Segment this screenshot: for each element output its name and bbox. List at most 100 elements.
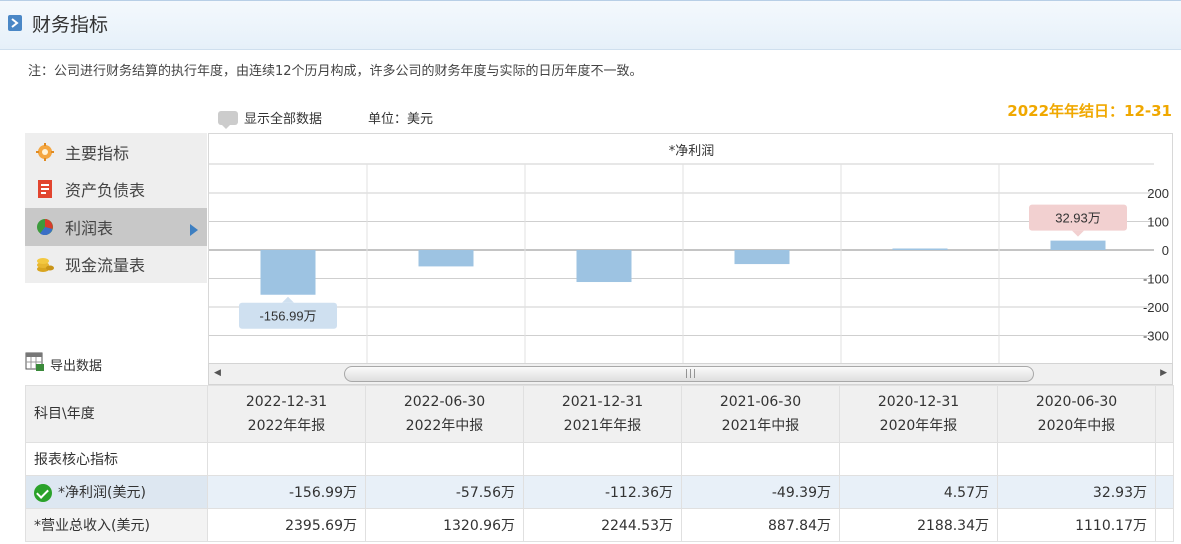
gear-flower-icon	[35, 142, 55, 162]
bar-2021-06-30	[734, 250, 790, 265]
table-row[interactable]: *营业总收入(美元) 2395.69万 1320.96万 2244.53万 887.84…	[25, 508, 1174, 542]
y-tick-label: -300	[1143, 329, 1169, 344]
year-end-label: 2022年年结日：12-31	[1007, 102, 1172, 120]
column-header: 2021-12-31 2021年年报	[523, 385, 682, 443]
empty-cell	[1155, 508, 1174, 542]
value-cell: 2188.34万	[839, 508, 998, 542]
sidebar-item-balance-sheet[interactable]: 资产负债表	[25, 171, 207, 209]
header-filler-cell	[1155, 385, 1174, 443]
bar-2020-12-31	[892, 248, 948, 250]
empty-cell	[997, 442, 1156, 476]
value-cell: -112.36万	[523, 475, 682, 509]
sidebar-item-label: 主要指标	[65, 143, 130, 163]
spreadsheet-icon	[25, 352, 45, 376]
row-label: *净利润(美元)	[58, 485, 146, 501]
empty-cell	[681, 442, 840, 476]
column-header: 2020-12-31 2020年年报	[839, 385, 998, 443]
column-period: 2020年年报	[879, 418, 958, 434]
pie-chart-icon	[35, 217, 55, 237]
fiscal-year-note: 注：公司进行财务结算的执行年度，由连续12个历月构成，许多公司的财务年度与实际的…	[28, 64, 643, 79]
y-tick-label: -200	[1143, 300, 1169, 315]
sidebar-item-label: 现金流量表	[65, 256, 146, 276]
value-cell: 4.57万	[839, 475, 998, 509]
column-header: 2021-06-30 2021年中报	[681, 385, 840, 443]
header-label-cell: 科目\年度	[25, 385, 208, 443]
column-period: 2022年中报	[405, 418, 484, 434]
value-cell: 887.84万	[681, 508, 840, 542]
sidebar-item-label: 资产负债表	[65, 181, 146, 201]
row-label-cell: *营业总收入(美元)	[25, 508, 208, 542]
scroll-left-icon[interactable]: ◀	[214, 368, 221, 378]
show-all-data-toggle[interactable]: 显示全部数据	[218, 108, 323, 129]
financial-data-table: 科目\年度 2022-12-31 2022年年报 2022-06-30 2022年中报 2…	[25, 385, 1174, 542]
column-period: 2020年中报	[1037, 418, 1116, 434]
y-tick-label: 0	[1162, 243, 1169, 258]
sidebar-item-income-statement[interactable]: 利润表	[25, 208, 207, 246]
page-title: 财务指标	[32, 14, 109, 36]
column-date: 2021-12-31	[561, 394, 644, 410]
play-arrow-icon	[189, 221, 199, 240]
data-label: 32.93万	[1055, 211, 1101, 226]
column-period: 2021年年报	[563, 418, 642, 434]
chart-plot: 200 100 0 -100 -200 -300 -156.99万 32.93万	[209, 163, 1169, 364]
coins-icon	[35, 254, 55, 274]
page-header: 财务指标	[0, 0, 1181, 50]
bar-2020-06-30	[1050, 240, 1106, 250]
column-date: 2022-12-31	[245, 394, 328, 410]
scroll-right-icon[interactable]: ▶	[1160, 368, 1167, 378]
unit-label: 单位：美元	[368, 112, 434, 127]
bar-2022-06-30	[418, 250, 474, 267]
y-tick-label: -100	[1143, 272, 1169, 287]
column-header: 2020-06-30 2020年中报	[997, 385, 1156, 443]
sidebar-item-cash-flow[interactable]: 现金流量表	[25, 246, 207, 284]
column-date: 2021-06-30	[719, 394, 802, 410]
column-header: 2022-12-31 2022年年报	[207, 385, 366, 443]
sidebar-item-label: 利润表	[65, 218, 114, 238]
row-label-cell: *净利润(美元)	[25, 475, 208, 509]
table-header-row: 科目\年度 2022-12-31 2022年年报 2022-06-30 2022年中报 2…	[25, 385, 1174, 443]
sidebar-item-main-indicators[interactable]: 主要指标	[25, 133, 207, 171]
y-tick-label: 100	[1147, 215, 1169, 230]
scrollbar-thumb[interactable]: |||	[344, 366, 1034, 382]
y-tick-label: 200	[1147, 186, 1169, 201]
callout-pointer	[1072, 230, 1084, 237]
comment-bubble-icon	[218, 110, 238, 129]
export-data-button[interactable]: 导出数据	[25, 352, 102, 376]
section-label: 报表核心指标	[25, 442, 208, 476]
document-icon	[35, 179, 55, 199]
table-row[interactable]: *净利润(美元) -156.99万 -57.56万 -112.36万 -49.39万 4.…	[25, 475, 1174, 509]
data-label: -156.99万	[259, 309, 316, 324]
net-profit-chart: *净利润 200 100 0 -100 -200 -300 -156.99万 32.93万	[208, 133, 1173, 385]
empty-cell	[365, 442, 524, 476]
bar-2021-12-31	[576, 250, 632, 283]
callout-pointer	[282, 296, 294, 303]
column-header: 2022-06-30 2022年中报	[365, 385, 524, 443]
value-cell: 1110.17万	[997, 508, 1156, 542]
column-period: 2021年中报	[721, 418, 800, 434]
empty-cell	[207, 442, 366, 476]
value-cell: 32.93万	[997, 475, 1156, 509]
value-cell: -57.56万	[365, 475, 524, 509]
check-icon	[34, 484, 52, 502]
show-all-label: 显示全部数据	[244, 112, 323, 127]
column-date: 2020-06-30	[1035, 394, 1118, 410]
expand-arrow-icon[interactable]	[8, 15, 22, 31]
value-cell: -156.99万	[207, 475, 366, 509]
sidebar: 主要指标 资产负债表 利润表 现金流量表	[25, 133, 207, 283]
section-row: 报表核心指标	[25, 442, 1174, 476]
bar-2022-12-31	[260, 250, 316, 295]
empty-cell	[523, 442, 682, 476]
empty-cell	[839, 442, 998, 476]
value-cell: 1320.96万	[365, 508, 524, 542]
value-cell: -49.39万	[681, 475, 840, 509]
empty-cell	[1155, 475, 1174, 509]
column-period: 2022年年报	[247, 418, 326, 434]
chart-horizontal-scrollbar[interactable]: ◀ ||| ▶	[208, 363, 1173, 385]
column-date: 2022-06-30	[403, 394, 486, 410]
value-cell: 2395.69万	[207, 508, 366, 542]
row-label: *营业总收入(美元)	[34, 518, 150, 534]
empty-cell	[1155, 442, 1174, 476]
value-cell: 2244.53万	[523, 508, 682, 542]
export-data-label: 导出数据	[50, 358, 103, 374]
column-date: 2020-12-31	[877, 394, 960, 410]
